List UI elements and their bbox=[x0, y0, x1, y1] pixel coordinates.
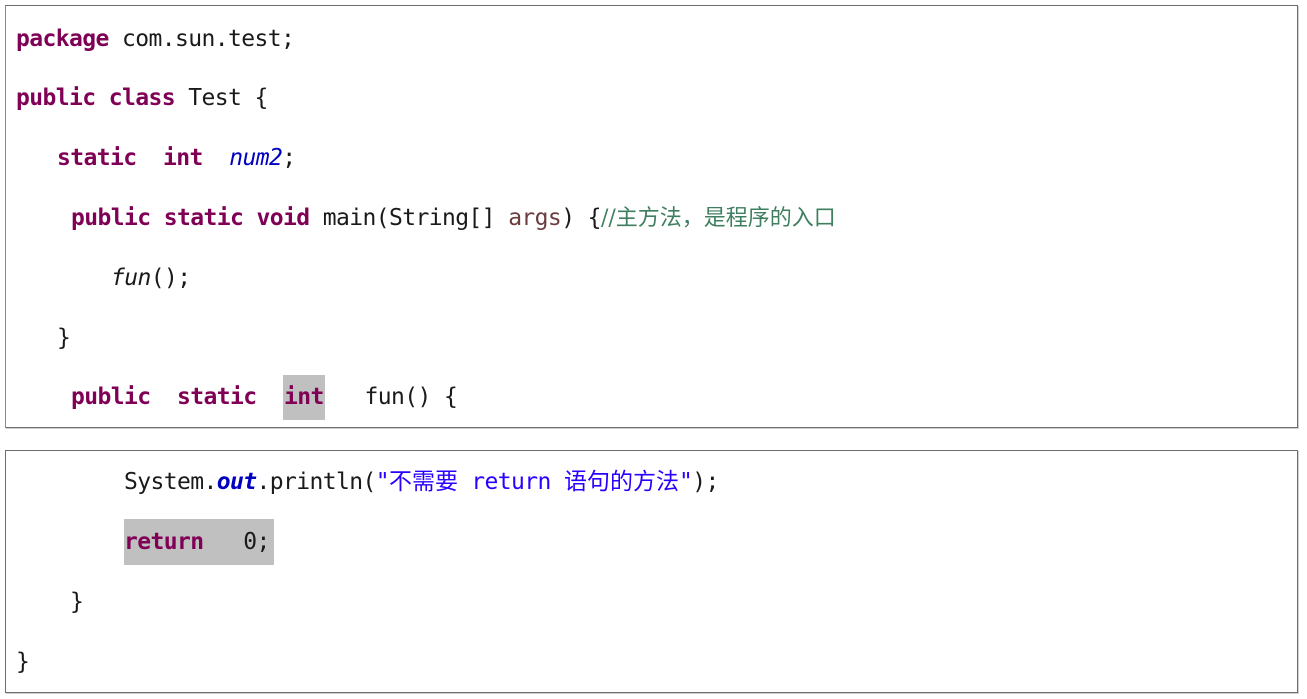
code-line-close-fun: } bbox=[70, 589, 84, 615]
class-name: Test { bbox=[174, 85, 268, 111]
code-line-package: package com.sun.test; bbox=[16, 24, 295, 54]
field-num2: num2 bbox=[229, 145, 283, 171]
main-open-brace: ) { bbox=[561, 205, 601, 231]
code-line-close-class: } bbox=[16, 649, 30, 675]
code-line-field-declaration: static int num2; bbox=[57, 143, 296, 173]
string-cjk-part-2: 语句的方法 bbox=[563, 469, 679, 495]
comment-main-entry: //主方法，是程序的入口 bbox=[600, 206, 836, 231]
keyword-class: class bbox=[108, 85, 176, 111]
statement-end: ); bbox=[692, 469, 719, 495]
string-quote-close: " bbox=[678, 469, 693, 495]
keyword-static: static bbox=[163, 205, 244, 231]
code-line-close-main: } bbox=[57, 325, 71, 351]
code-line-return: return 0; bbox=[124, 519, 274, 565]
semicolon: ; bbox=[282, 145, 296, 171]
code-line-fun-call: fun(); bbox=[111, 263, 191, 293]
method-call-fun: fun bbox=[111, 265, 151, 291]
code-line-fun-declaration: public static int fun() { bbox=[71, 375, 458, 420]
code-block-part-1: package com.sun.test; public class Test … bbox=[5, 5, 1298, 428]
keyword-static: static bbox=[176, 384, 257, 410]
keyword-package: package bbox=[16, 26, 109, 52]
string-literal: "不需要 return 语句的方法" bbox=[375, 469, 693, 495]
keyword-return: return bbox=[124, 529, 204, 555]
highlighted-return-type-int: int bbox=[282, 375, 325, 420]
return-value: 0; bbox=[203, 529, 270, 555]
package-name: com.sun.test; bbox=[108, 26, 295, 52]
keyword-public: public bbox=[16, 85, 96, 111]
keyword-void: void bbox=[256, 205, 310, 231]
code-line-main-method: public static void main(String[] args) {… bbox=[71, 203, 836, 234]
code-line-class-declaration: public class Test { bbox=[16, 83, 268, 113]
code-block-part-2: System.out.println("不需要 return 语句的方法"); … bbox=[5, 450, 1298, 693]
keyword-int: int bbox=[162, 145, 203, 171]
system-class: System. bbox=[124, 469, 217, 495]
println-call: .println( bbox=[256, 469, 376, 495]
string-cjk-part-1: 不需要 bbox=[388, 469, 458, 495]
call-parens: (); bbox=[150, 265, 191, 291]
main-signature: main(String[] bbox=[309, 205, 509, 231]
code-line-println: System.out.println("不需要 return 语句的方法"); bbox=[124, 467, 719, 497]
keyword-public: public bbox=[71, 384, 151, 410]
keyword-static: static bbox=[57, 145, 137, 171]
string-quote-open: " bbox=[375, 469, 390, 495]
string-return-word: return bbox=[457, 469, 564, 495]
keyword-public: public bbox=[71, 205, 151, 231]
static-field-out: out bbox=[216, 469, 257, 495]
highlighted-return-statement: return 0; bbox=[124, 519, 274, 565]
fun-signature: fun() { bbox=[364, 384, 458, 410]
parameter-args: args bbox=[508, 205, 562, 231]
